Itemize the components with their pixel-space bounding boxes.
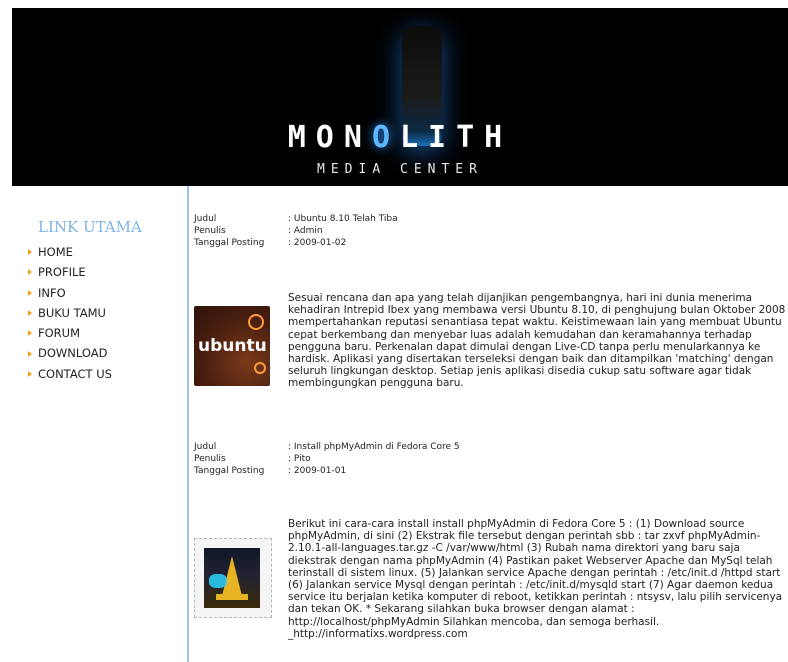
stamp-picture (204, 548, 260, 608)
arrow-bullet-icon (28, 350, 32, 357)
post-phpmyadmin: Judul : Install phpMyAdmin di Fedora Cor… (194, 442, 784, 658)
arrow-bullet-icon (28, 370, 32, 377)
sidebar-nav: HOME PROFILE INFO BUKU TAMU FORUM DOWNLO… (28, 242, 178, 384)
post-author: : Pito (288, 454, 311, 464)
ubuntu-logo-image: ubuntu (194, 306, 270, 386)
nav-item-home[interactable]: HOME (28, 242, 178, 262)
arrow-bullet-icon (28, 269, 32, 276)
site-logo-title: MONOLITH (287, 120, 513, 155)
arrow-bullet-icon (28, 289, 32, 296)
site-logo-subtitle: MEDIA CENTER (317, 162, 483, 177)
ubuntu-circle-icon (248, 314, 264, 330)
site-header-banner: MONOLITH MEDIA CENTER (12, 8, 788, 186)
nav-item-buku-tamu[interactable]: BUKU TAMU (28, 303, 178, 323)
post-body: Berikut ini cara-cara install install ph… (288, 518, 783, 640)
column-divider (187, 186, 189, 662)
nav-item-download[interactable]: DOWNLOAD (28, 343, 178, 363)
eiffel-stamp-image (194, 538, 272, 618)
post-title: : Install phpMyAdmin di Fedora Core 5 (288, 442, 460, 452)
arrow-bullet-icon (28, 330, 32, 337)
eiffel-tower-base (216, 594, 248, 600)
ubuntu-circle-icon (254, 362, 266, 374)
glow-shape (209, 574, 227, 588)
sidebar-title: LINK UTAMA (38, 218, 142, 236)
post-meta: Judul : Ubuntu 8.10 Telah Tiba Penulis :… (194, 214, 784, 248)
meta-label-judul: Judul (194, 214, 217, 224)
nav-item-profile[interactable]: PROFILE (28, 262, 178, 282)
post-author: : Admin (288, 226, 323, 236)
post-meta: Judul : Install phpMyAdmin di Fedora Cor… (194, 442, 784, 476)
arrow-bullet-icon (28, 310, 32, 317)
nav-item-forum[interactable]: FORUM (28, 323, 178, 343)
nav-item-contact-us[interactable]: CONTACT US (28, 364, 178, 384)
meta-label-penulis: Penulis (194, 454, 226, 464)
nav-item-info[interactable]: INFO (28, 283, 178, 303)
post-title: : Ubuntu 8.10 Telah Tiba (288, 214, 398, 224)
post-body: Sesuai rencana dan apa yang telah dijanj… (288, 292, 786, 390)
arrow-bullet-icon (28, 249, 32, 256)
ubuntu-logo-text: ubuntu (198, 336, 267, 356)
post-date: : 2009-01-01 (288, 466, 347, 476)
meta-label-tanggal: Tanggal Posting (194, 238, 265, 248)
post-date: : 2009-01-02 (288, 238, 347, 248)
post-ubuntu: Judul : Ubuntu 8.10 Telah Tiba Penulis :… (194, 214, 785, 414)
sidebar: LINK UTAMA HOME PROFILE INFO BUKU TAMU F… (28, 218, 178, 384)
meta-label-tanggal: Tanggal Posting (194, 466, 265, 476)
meta-label-penulis: Penulis (194, 226, 226, 236)
meta-label-judul: Judul (194, 442, 217, 452)
